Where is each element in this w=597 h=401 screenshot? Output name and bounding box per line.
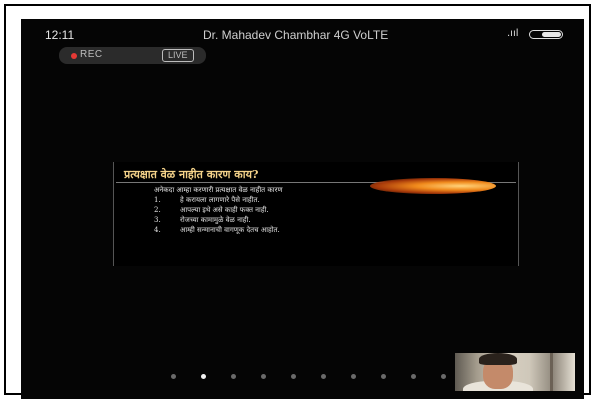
network-type: 4G VoLTE — [333, 28, 389, 42]
page-dot[interactable] — [261, 374, 266, 379]
list-item: 1. हे करायला लागणारे पैसे नाहीत. — [154, 196, 260, 204]
battery-icon — [529, 30, 563, 39]
page-dot[interactable] — [351, 374, 356, 379]
list-item: 2. आपल्या इथे असे काही फक्त नाही. — [154, 206, 269, 214]
recording-indicator[interactable]: REC LIVE — [59, 47, 206, 64]
pip-background-frame — [550, 353, 553, 391]
page-dot[interactable] — [321, 374, 326, 379]
list-item: 3. रोजच्या कामामुळे वेळ नाही. — [154, 216, 251, 224]
pip-person-hair — [479, 353, 517, 365]
webcam-thumbnail[interactable] — [455, 353, 575, 391]
phone-screen: 12:11 Dr. Mahadev Chambhar 4G VoLTE .ııl… — [21, 19, 584, 399]
page-dot[interactable] — [441, 374, 446, 379]
page-dot[interactable] — [411, 374, 416, 379]
presentation-slide: प्रत्यक्षात वेळ नाहीत कारण काय? अनेकदा आ… — [113, 162, 519, 266]
page-dot[interactable] — [291, 374, 296, 379]
page-dot[interactable] — [171, 374, 176, 379]
record-dot-icon — [71, 53, 77, 59]
page-dot[interactable] — [231, 374, 236, 379]
signal-bars-icon: .ııl — [507, 28, 519, 39]
slide-intro: अनेकदा आम्हा करणारी प्रत्यक्षात वेळ नाही… — [154, 186, 283, 194]
slide-list: 1. हे करायला लागणारे पैसे नाहीत. 2. आपल्या… — [154, 195, 280, 235]
slide-title: प्रत्यक्षात वेळ नाहीत कारण काय? — [124, 168, 259, 181]
live-badge: LIVE — [162, 49, 194, 62]
status-bar: 12:11 Dr. Mahadev Chambhar 4G VoLTE .ııl — [21, 19, 584, 45]
list-item: 4. आम्ही सन्मानाची वागणूक देतच आहोत. — [154, 226, 280, 234]
decorative-glow — [370, 178, 496, 194]
clock: 12:11 — [45, 28, 75, 42]
page-dot-active[interactable] — [201, 374, 206, 379]
rec-label: REC — [80, 49, 103, 60]
caller-name: Dr. Mahadev Chambhar 4G VoLTE — [203, 28, 389, 42]
page-dot[interactable] — [381, 374, 386, 379]
